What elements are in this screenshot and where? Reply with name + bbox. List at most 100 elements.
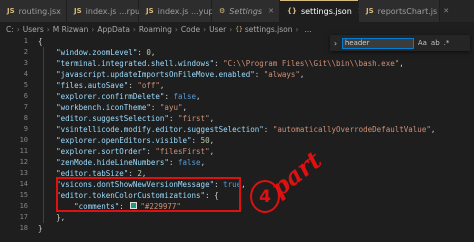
- code-text: "editor.suggestSelection": "first",: [38, 113, 214, 124]
- code-text: "vsintellicode.modify.editor.suggestSele…: [38, 124, 435, 135]
- tab-bar: JSrouting.jsx✕JSindex.js ...rputs✕JSinde…: [0, 0, 474, 22]
- code-token: "workbench.iconTheme": [56, 103, 151, 112]
- code-token: :: [191, 136, 201, 145]
- line-number: 5: [23, 81, 28, 89]
- line-number: 3: [23, 59, 28, 67]
- breadcrumb-item[interactable]: M Rizwan: [53, 25, 89, 34]
- code-line[interactable]: 4 "javascript.updateImportsOnFileMove.en…: [0, 69, 474, 80]
- breadcrumb-item[interactable]: AppData: [97, 25, 130, 34]
- tab-5[interactable]: {}settings.json✕: [280, 0, 364, 22]
- code-line[interactable]: 6 "explorer.confirmDelete": false,: [0, 91, 474, 102]
- code-line[interactable]: 3 "terminal.integrated.shell.windows": "…: [0, 58, 474, 69]
- tab-3[interactable]: JSindex.js ...yupouts✕: [139, 0, 243, 22]
- code-text: "window.zoomLevel": 0,: [38, 47, 155, 58]
- chevron-right-icon: ›: [203, 24, 207, 34]
- breadcrumb: C: › Users › M Rizwan › AppData › Roaming › Code › U…: [0, 22, 474, 36]
- code-token: "terminal.integrated.shell.windows": [56, 59, 215, 68]
- json-file-icon: {}: [287, 7, 297, 15]
- code-token: ,: [182, 103, 188, 112]
- json-file-icon: {}: [235, 25, 243, 33]
- code-line[interactable]: 18}: [0, 223, 474, 234]
- code-token: "always": [263, 70, 300, 79]
- breadcrumb-item[interactable]: Roaming: [139, 25, 172, 34]
- tab-label: routing.jsx: [18, 6, 61, 16]
- js-file-icon: JS: [7, 7, 15, 15]
- code-token: "javascript.updateImportsOnFileMove.enab…: [56, 70, 255, 79]
- code-line[interactable]: 5 "files.autoSave": "off",: [0, 80, 474, 91]
- code-token: "filesFirst": [155, 147, 210, 156]
- line-number: 1: [23, 37, 28, 45]
- code-token: ,: [209, 147, 215, 156]
- chevron-right-icon: ›: [91, 24, 95, 34]
- code-token: "explorer.openEditors.visible": [56, 136, 192, 145]
- code-line[interactable]: 10 "explorer.openEditors.visible": 50,: [0, 135, 474, 146]
- breadcrumb-item[interactable]: User: [209, 25, 226, 34]
- code-token: ,: [430, 125, 436, 134]
- code-token: "explorer.sortOrder": [56, 147, 147, 156]
- code-token: "C:\\Program Files\\Git\\bin\\bash.exe": [223, 59, 400, 68]
- code-text: "terminal.integrated.shell.windows": "C:…: [38, 58, 404, 69]
- tab-6[interactable]: JS reportsChart.js ✕: [359, 0, 449, 22]
- close-icon[interactable]: ✕: [443, 7, 449, 15]
- breadcrumb-item[interactable]: Code: [181, 25, 200, 34]
- code-token: false: [173, 92, 197, 101]
- tab-2[interactable]: JSindex.js ...rputs✕: [67, 0, 159, 22]
- code-line[interactable]: 9 "vsintellicode.modify.editor.suggestSe…: [0, 124, 474, 135]
- code-text: "workbench.iconTheme": "ayu",: [38, 102, 187, 113]
- breadcrumb-file[interactable]: settings.json: [245, 25, 293, 34]
- breadcrumb-item[interactable]: C:: [6, 25, 14, 34]
- code-token: 50: [200, 136, 210, 145]
- match-case-toggle[interactable]: Aa: [418, 39, 427, 47]
- code-token: "zenMode.hideLineNumbers": [56, 158, 169, 167]
- line-number: 13: [19, 169, 28, 177]
- code-token: ,: [241, 180, 246, 189]
- code-text: "files.autoSave": "off",: [38, 80, 164, 91]
- line-number: 6: [23, 92, 28, 100]
- regex-toggle[interactable]: .*: [444, 39, 450, 47]
- tab-4[interactable]: ⚙ Settings ✕: [212, 0, 280, 22]
- find-input[interactable]: [341, 37, 414, 49]
- code-token: :: [168, 158, 178, 167]
- chevron-right-icon: ›: [132, 24, 136, 34]
- breadcrumb-more[interactable]: ...: [304, 25, 311, 34]
- code-token: ,: [209, 136, 215, 145]
- annotation-highlight-box: [56, 177, 241, 212]
- code-token: :: [168, 114, 178, 123]
- code-token: false: [177, 158, 201, 167]
- code-text: {: [38, 36, 43, 47]
- code-line[interactable]: 11 "explorer.sortOrder": "filesFirst",: [0, 146, 474, 157]
- code-line[interactable]: 17 },: [0, 212, 474, 223]
- code-text: }: [38, 223, 43, 234]
- line-number: 14: [19, 180, 28, 188]
- chevron-right-icon: ›: [295, 24, 299, 34]
- chevron-right-icon[interactable]: ›: [333, 39, 338, 48]
- breadcrumb-item[interactable]: Users: [23, 25, 44, 34]
- close-icon[interactable]: ✕: [268, 7, 274, 15]
- code-line[interactable]: 8 "editor.suggestSelection": "first",: [0, 113, 474, 124]
- code-token: :: [214, 59, 224, 68]
- code-token: ,: [209, 114, 215, 123]
- code-token: "ayu": [159, 103, 183, 112]
- js-file-icon: JS: [366, 7, 374, 15]
- chevron-right-icon: ›: [174, 24, 178, 34]
- code-line[interactable]: 7 "workbench.iconTheme": "ayu",: [0, 102, 474, 113]
- code-line[interactable]: 12 "zenMode.hideLineNumbers": false,: [0, 157, 474, 168]
- code-text: "explorer.sortOrder": "filesFirst",: [38, 146, 214, 157]
- tab-1[interactable]: JSrouting.jsx✕: [0, 0, 73, 22]
- line-number: 10: [19, 136, 28, 144]
- line-number: 16: [19, 202, 28, 210]
- code-token: ,: [200, 158, 206, 167]
- code-token: {: [38, 37, 43, 46]
- code-token: :: [150, 103, 160, 112]
- whole-word-toggle[interactable]: ab: [431, 39, 440, 47]
- code-text: "explorer.openEditors.visible": 50,: [38, 135, 214, 146]
- line-number: 9: [23, 125, 28, 133]
